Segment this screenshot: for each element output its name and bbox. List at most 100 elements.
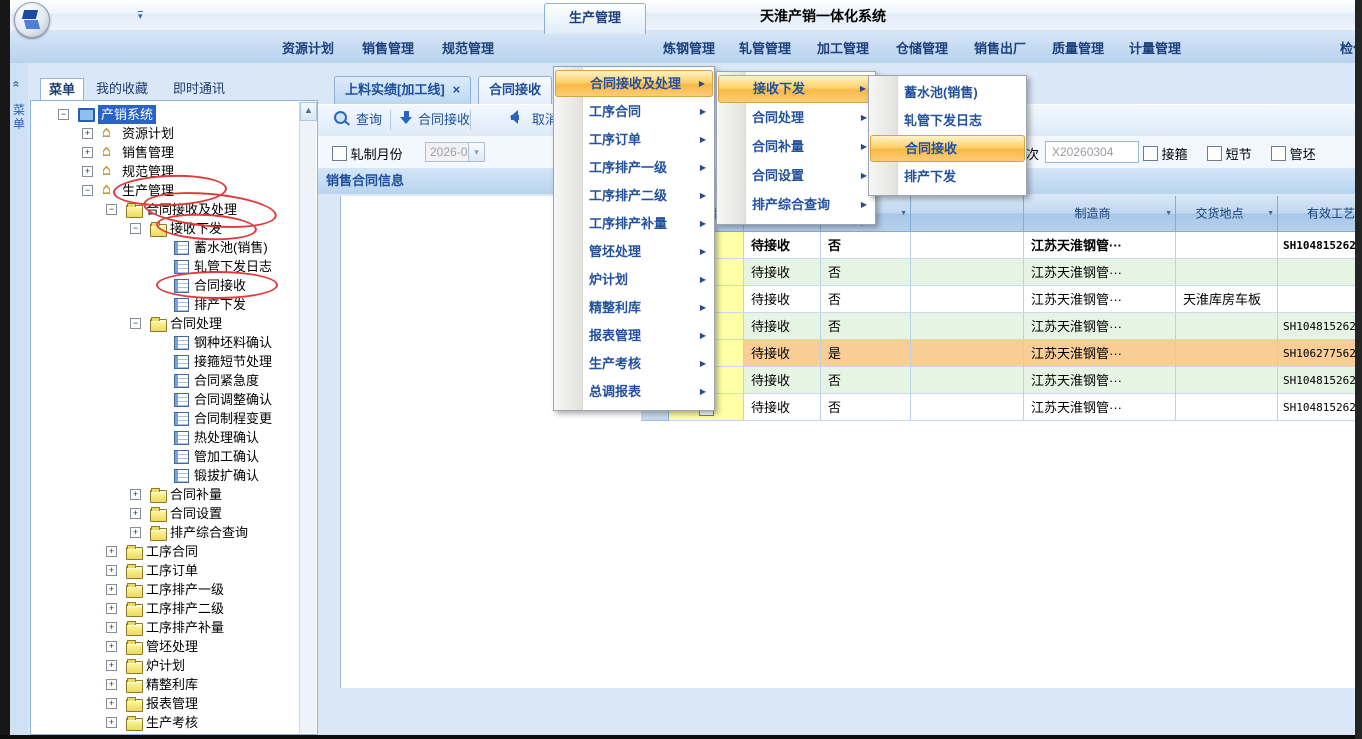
tree-expander-icon[interactable]: −: [130, 223, 141, 234]
tree-node-label[interactable]: 工序排产补量: [146, 618, 224, 637]
column-header-place[interactable]: 交货地点▼: [1176, 196, 1278, 232]
tree-node-label[interactable]: 生产考核: [146, 713, 198, 732]
tree-expander-icon[interactable]: +: [82, 166, 93, 177]
tab-close-icon[interactable]: ×: [453, 82, 461, 97]
menubar-item[interactable]: 轧管管理: [739, 38, 791, 57]
scroll-up-icon[interactable]: ▲: [300, 102, 317, 121]
grid-cell-rollback[interactable]: 是: [821, 340, 911, 367]
tree-node-label[interactable]: 合同制程变更: [194, 409, 272, 428]
tree-node-label[interactable]: 钢种坯料确认: [194, 333, 272, 352]
toolbar-button-receive[interactable]: 合同接收: [418, 110, 470, 130]
menu-item-menu1-1[interactable]: 工序合同▶: [555, 98, 713, 125]
grid-cell-hidden[interactable]: [911, 340, 1024, 367]
grid-cell-hidden[interactable]: [911, 259, 1024, 286]
tree-node-label[interactable]: 合同紧急度: [194, 371, 259, 390]
filter-icon[interactable]: ▼: [900, 210, 907, 217]
sidebar-tab-favorites[interactable]: 我的收藏: [88, 78, 156, 100]
tree-expander-icon[interactable]: +: [106, 717, 117, 728]
content-tab-0[interactable]: 上料实绩[加工线]×: [334, 76, 471, 105]
grid-cell-rollback[interactable]: 否: [821, 313, 911, 340]
grid-cell-maker[interactable]: 江苏天淮钢管···: [1024, 232, 1176, 259]
tree-node-label[interactable]: 接箍短节处理: [194, 352, 272, 371]
quick-access-dropdown-icon[interactable]: ▾: [138, 11, 143, 20]
grid-cell-rollback[interactable]: 否: [821, 259, 911, 286]
tree-node-label[interactable]: 工序排产一级: [146, 580, 224, 599]
menubar-item[interactable]: 销售出厂: [974, 38, 1026, 57]
grid-cell-status[interactable]: 待接收: [744, 394, 821, 421]
tree-expander-icon[interactable]: +: [106, 622, 117, 633]
menubar-item[interactable]: 资源计划: [282, 38, 334, 57]
tree-node-label[interactable]: 合同处理: [170, 314, 222, 333]
menu-item-menu1-5[interactable]: 工序排产补量▶: [555, 210, 713, 237]
column-header-maker[interactable]: 制造商▼: [1024, 196, 1176, 232]
tree-node-label[interactable]: 工序合同: [146, 542, 198, 561]
tree-expander-icon[interactable]: +: [106, 660, 117, 671]
filter-icon[interactable]: ▼: [1267, 210, 1274, 217]
grid-cell-maker[interactable]: 江苏天淮钢管···: [1024, 259, 1176, 286]
grid-cell-doc[interactable]: SH104815262014/···: [1278, 313, 1355, 340]
tree-node-label[interactable]: 销售管理: [122, 143, 174, 162]
tree-node-label[interactable]: 精整利库: [146, 675, 198, 694]
grid-cell-maker[interactable]: 江苏天淮钢管···: [1024, 394, 1176, 421]
menubar-item[interactable]: 炼钢管理: [663, 38, 715, 57]
menu-item-menu1-11[interactable]: 总调报表▶: [555, 378, 713, 405]
grid-cell-hidden[interactable]: [911, 313, 1024, 340]
grid-cell-status[interactable]: 待接收: [744, 367, 821, 394]
tree-expander-icon[interactable]: +: [106, 641, 117, 652]
menubar-item[interactable]: 规范管理: [442, 38, 494, 57]
menubar-item[interactable]: 计量管理: [1129, 38, 1181, 57]
batch-input[interactable]: X20260304: [1045, 141, 1139, 163]
tree-expander-icon[interactable]: +: [106, 565, 117, 576]
tree-node-label[interactable]: 资源计划: [122, 124, 174, 143]
tree-node-label[interactable]: 合同补量: [170, 485, 222, 504]
menu-item-menu3-2[interactable]: 合同接收: [870, 135, 1025, 162]
month-combo[interactable]: 2026-03▾: [425, 142, 485, 162]
menubar-item[interactable]: 销售管理: [362, 38, 414, 57]
menubar-item[interactable]: 质量管理: [1052, 38, 1104, 57]
tree-expander-icon[interactable]: +: [130, 527, 141, 538]
tree-node-label[interactable]: 管加工确认: [194, 447, 259, 466]
menu-item-menu1-0[interactable]: 合同接收及处理▶: [555, 70, 713, 97]
grid-cell-hidden[interactable]: [911, 232, 1024, 259]
checkbox[interactable]: [1143, 146, 1158, 161]
tree-expander-icon[interactable]: −: [106, 204, 117, 215]
column-header-doc[interactable]: 有效工艺文件▼: [1278, 196, 1355, 232]
tree-expander-icon[interactable]: +: [130, 508, 141, 519]
tree-expander-icon[interactable]: +: [106, 679, 117, 690]
grid-cell-place[interactable]: [1176, 259, 1278, 286]
grid-cell-doc[interactable]: [1278, 286, 1355, 313]
grid-cell-rollback[interactable]: 否: [821, 394, 911, 421]
menubar-item[interactable]: 仓储管理: [896, 38, 948, 57]
tree-expander-icon[interactable]: −: [82, 185, 93, 196]
sidebar-tab-messenger[interactable]: 即时通讯: [165, 78, 233, 100]
grid-cell-place[interactable]: [1176, 394, 1278, 421]
menu-item-menu2-1[interactable]: 合同处理▶: [718, 104, 874, 132]
column-header-hidden[interactable]: [911, 196, 1024, 232]
menu-item-menu1-9[interactable]: 报表管理▶: [555, 322, 713, 349]
tree-expander-icon[interactable]: −: [58, 109, 69, 120]
grid-cell-place[interactable]: [1176, 367, 1278, 394]
month-checkbox[interactable]: [332, 146, 347, 161]
grid-cell-place[interactable]: [1176, 232, 1278, 259]
menu-item-menu2-3[interactable]: 合同设置▶: [718, 162, 874, 190]
collapse-chevron-icon[interactable]: «: [10, 81, 23, 88]
grid-cell-maker[interactable]: 江苏天淮钢管···: [1024, 340, 1176, 367]
grid-cell-status[interactable]: 待接收: [744, 340, 821, 367]
checkbox[interactable]: [1271, 146, 1286, 161]
menu-item-menu1-4[interactable]: 工序排产二级▶: [555, 182, 713, 209]
tree-expander-icon[interactable]: +: [130, 489, 141, 500]
tree-node-label[interactable]: 合同设置: [170, 504, 222, 523]
grid-cell-doc[interactable]: SH104815262014/···: [1278, 394, 1355, 421]
menubar-item[interactable]: 检化管理: [1340, 38, 1355, 57]
grid-cell-rollback[interactable]: 否: [821, 286, 911, 313]
grid-cell-hidden[interactable]: [911, 367, 1024, 394]
grid-cell-rollback[interactable]: 否: [821, 232, 911, 259]
tree-expander-icon[interactable]: +: [106, 546, 117, 557]
menu-item-menu1-2[interactable]: 工序订单▶: [555, 126, 713, 153]
menu-item-menu2-0[interactable]: 接收下发▶: [718, 75, 874, 103]
tree-node-label[interactable]: 产销系统: [98, 105, 156, 124]
grid-cell-status[interactable]: 待接收: [744, 259, 821, 286]
grid-cell-status[interactable]: 待接收: [744, 286, 821, 313]
menu-item-menu3-1[interactable]: 轧管下发日志: [870, 107, 1025, 134]
menu-item-menu1-7[interactable]: 炉计划▶: [555, 266, 713, 293]
